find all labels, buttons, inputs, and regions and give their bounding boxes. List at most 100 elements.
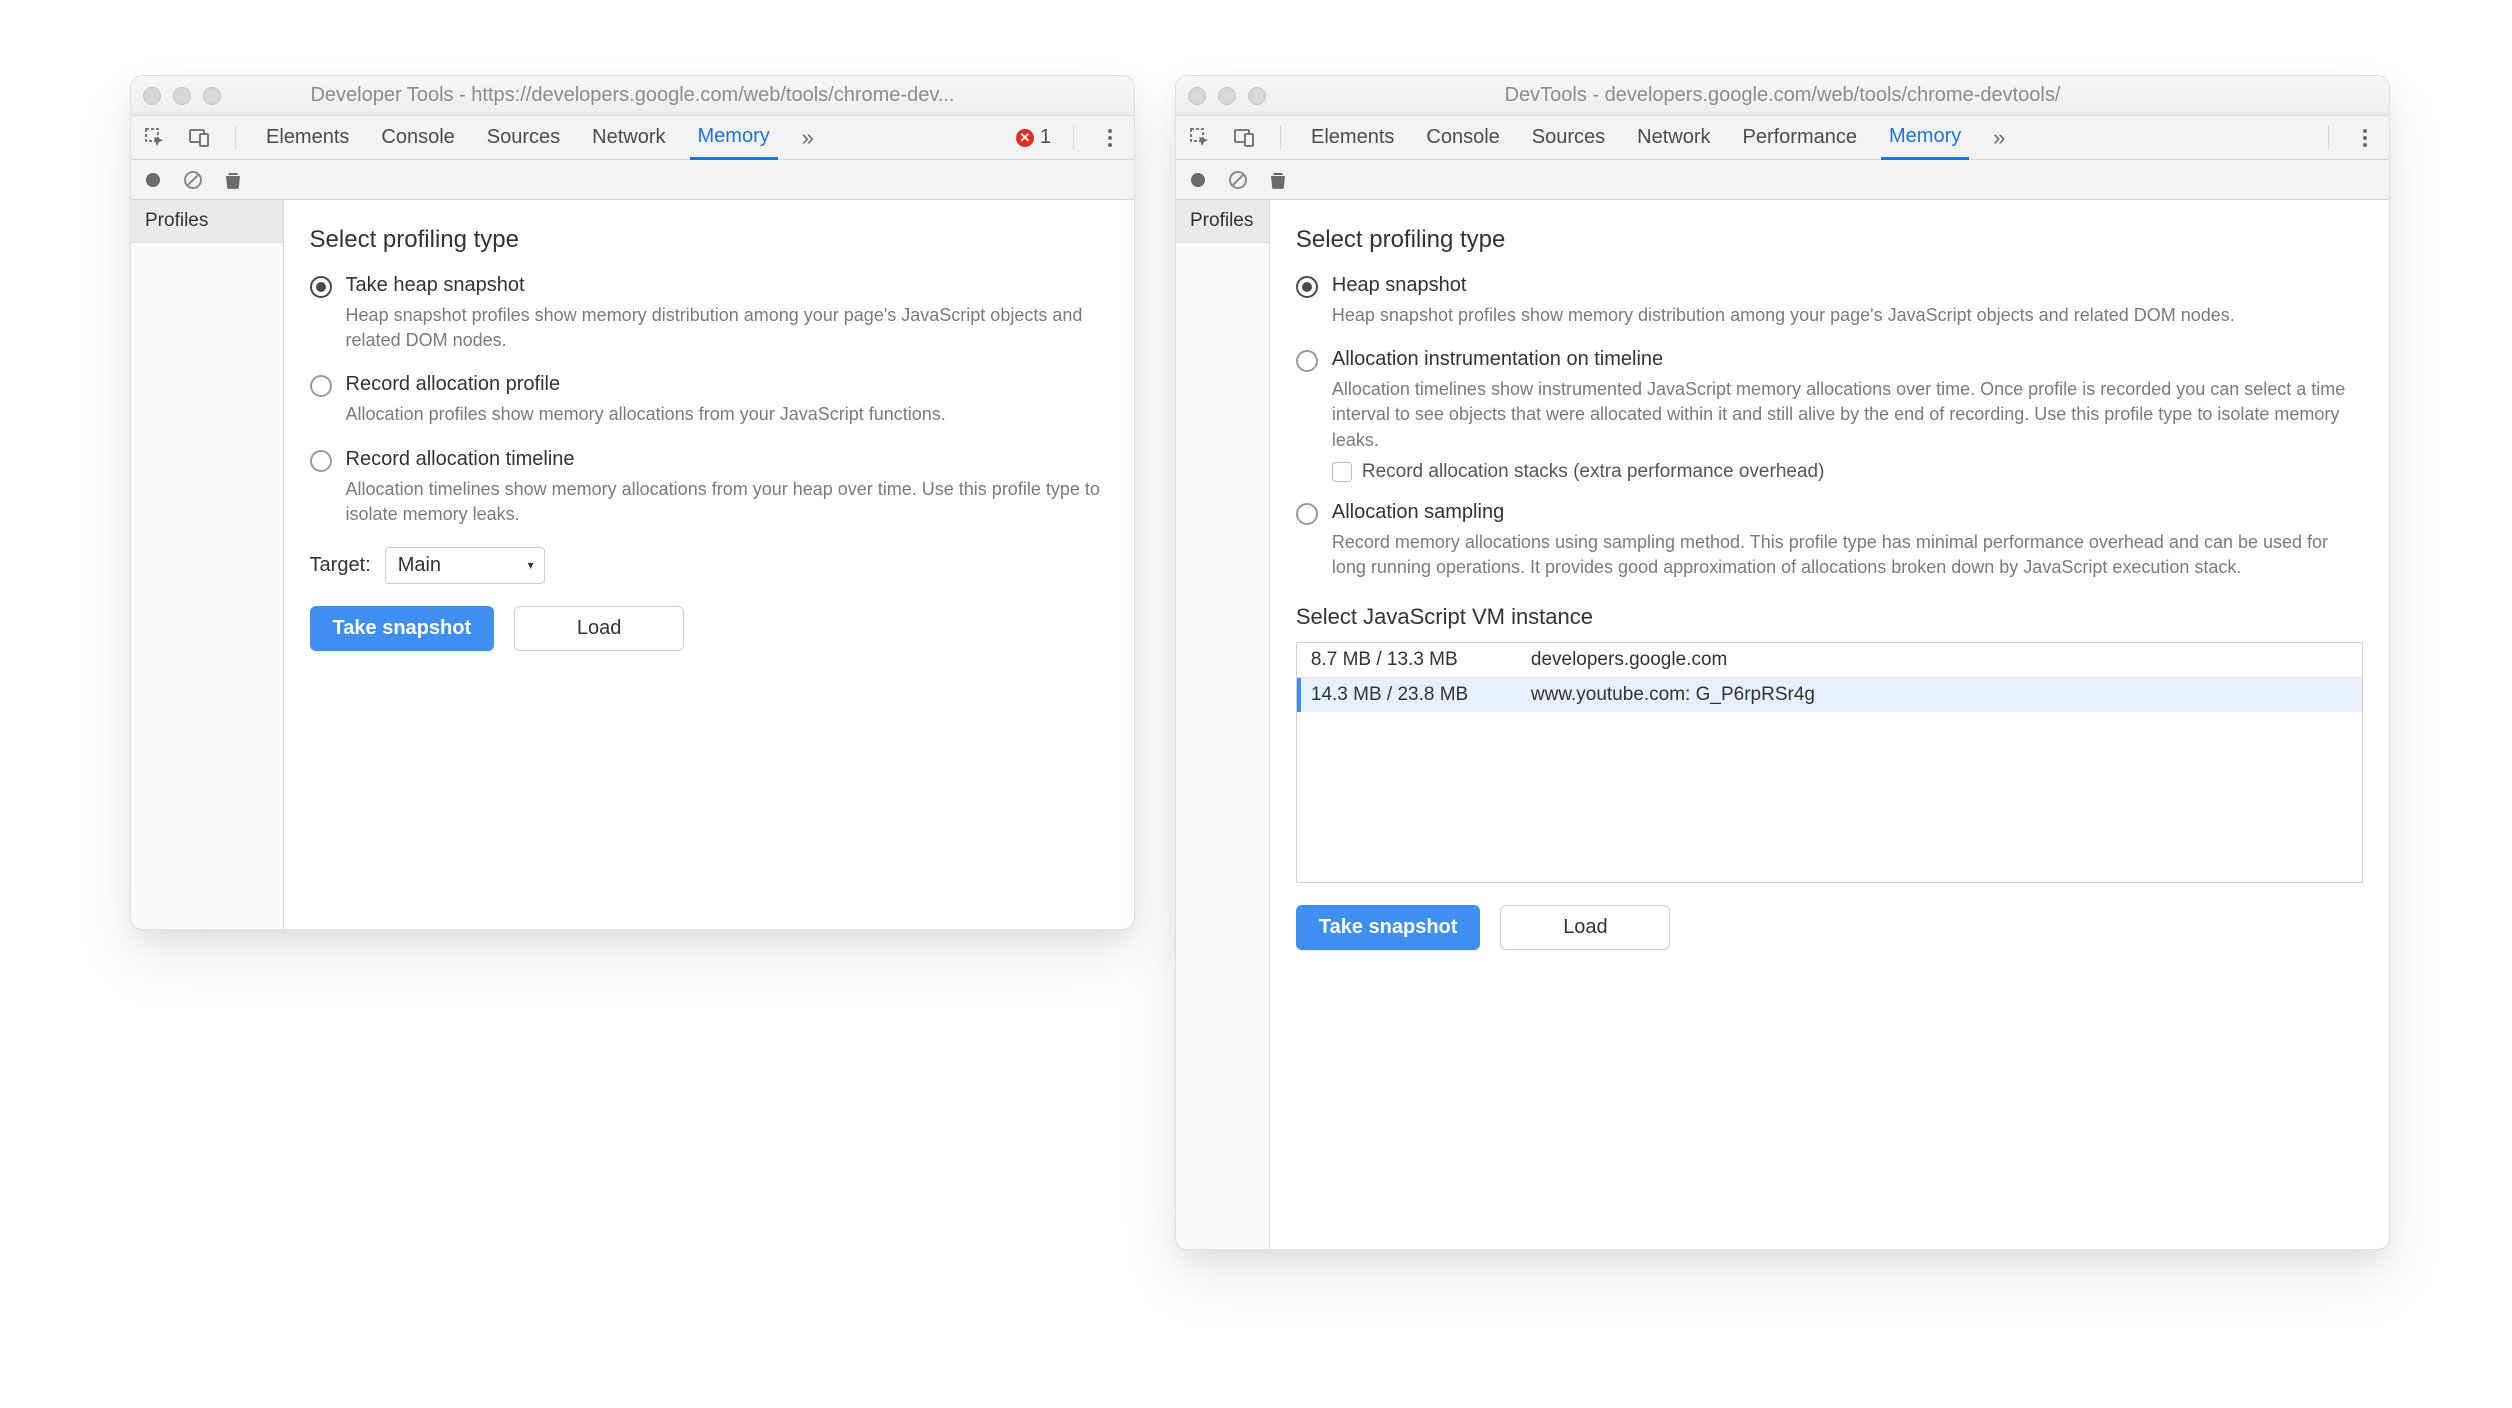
window-title: Developer Tools - https://developers.goo… [131, 84, 1134, 107]
tab-network[interactable]: Network [1629, 116, 1718, 160]
option-take-heap-snapshot[interactable]: Take heap snapshot Heap snapshot profile… [310, 274, 1108, 353]
tab-console[interactable]: Console [1418, 116, 1507, 160]
window-controls [143, 87, 221, 105]
profiles-toolbar [1176, 160, 2389, 200]
radio[interactable] [310, 276, 332, 298]
content: Profiles Select profiling type Take heap… [131, 200, 1134, 929]
error-count: 1 [1040, 126, 1051, 149]
radio[interactable] [310, 375, 332, 397]
option-title[interactable]: Allocation instrumentation on timeline [1332, 348, 2363, 371]
tab-performance[interactable]: Performance [1735, 116, 1866, 160]
delete-icon[interactable] [1268, 170, 1288, 190]
option-record-allocation-profile[interactable]: Record allocation profile Allocation pro… [310, 373, 1108, 427]
record-icon[interactable] [1188, 170, 1208, 190]
option-title[interactable]: Record allocation timeline [346, 448, 1108, 471]
more-tabs-icon[interactable]: » [1985, 124, 2013, 152]
take-snapshot-button[interactable]: Take snapshot [310, 606, 495, 651]
vm-name: developers.google.com [1531, 649, 2348, 671]
more-options-icon[interactable] [2351, 124, 2379, 152]
take-snapshot-button[interactable]: Take snapshot [1296, 905, 1481, 950]
zoom-dot[interactable] [1248, 87, 1266, 105]
option-title[interactable]: Heap snapshot [1332, 274, 2363, 297]
clear-icon[interactable] [183, 170, 203, 190]
main-panel: Select profiling type Take heap snapshot… [284, 200, 1134, 929]
option-description: Heap snapshot profiles show memory distr… [346, 303, 1108, 353]
tabbar-separator [2328, 126, 2329, 150]
inspect-element-icon[interactable] [1186, 124, 1214, 152]
inspect-element-icon[interactable] [141, 124, 169, 152]
vm-size: 14.3 MB / 23.8 MB [1311, 684, 1511, 706]
vm-name: www.youtube.com: G_P6rpRSr4g [1531, 684, 2348, 706]
profiles-sidebar: Profiles [1176, 200, 1270, 1249]
option-description: Record memory allocations using sampling… [1332, 530, 2363, 580]
close-dot[interactable] [143, 87, 161, 105]
option-title[interactable]: Record allocation profile [346, 373, 1108, 396]
more-tabs-icon[interactable]: » [794, 124, 822, 152]
tabbar: Elements Console Sources Network Memory … [131, 116, 1134, 160]
option-description: Allocation profiles show memory allocati… [346, 402, 1108, 427]
window-title: DevTools - developers.google.com/web/too… [1176, 84, 2389, 107]
option-title[interactable]: Take heap snapshot [346, 274, 1108, 297]
radio[interactable] [1296, 503, 1318, 525]
device-toolbar-icon[interactable] [1230, 124, 1258, 152]
option-allocation-timeline[interactable]: Allocation instrumentation on timeline A… [1296, 348, 2363, 453]
record-stacks-row[interactable]: Record allocation stacks (extra performa… [1332, 461, 2363, 483]
tab-elements[interactable]: Elements [1303, 116, 1402, 160]
minimize-dot[interactable] [173, 87, 191, 105]
profiles-sidebar: Profiles [131, 200, 284, 929]
option-record-allocation-timeline[interactable]: Record allocation timeline Allocation ti… [310, 448, 1108, 527]
target-row: Target: Main [310, 547, 1108, 584]
vm-instance-table: 8.7 MB / 13.3 MB developers.google.com 1… [1296, 642, 2363, 883]
option-allocation-sampling[interactable]: Allocation sampling Record memory alloca… [1296, 501, 2363, 580]
radio[interactable] [1296, 350, 1318, 372]
option-heap-snapshot[interactable]: Heap snapshot Heap snapshot profiles sho… [1296, 274, 2363, 328]
record-icon[interactable] [143, 170, 163, 190]
error-icon: ✕ [1016, 129, 1034, 147]
vm-row[interactable]: 14.3 MB / 23.8 MB www.youtube.com: G_P6r… [1297, 677, 2362, 712]
device-toolbar-icon[interactable] [185, 124, 213, 152]
sidebar-item-profiles[interactable]: Profiles [1176, 200, 1269, 243]
clear-icon[interactable] [1228, 170, 1248, 190]
profiling-heading: Select profiling type [310, 226, 1108, 254]
profiling-heading: Select profiling type [1296, 226, 2363, 254]
close-dot[interactable] [1188, 87, 1206, 105]
tabbar-separator [1073, 126, 1074, 150]
tab-sources[interactable]: Sources [479, 116, 568, 160]
load-button[interactable]: Load [514, 606, 684, 651]
tab-console[interactable]: Console [373, 116, 462, 160]
record-stacks-checkbox[interactable] [1332, 462, 1352, 482]
target-label: Target: [310, 554, 371, 577]
devtools-window-left[interactable]: Developer Tools - https://developers.goo… [130, 75, 1135, 930]
radio[interactable] [310, 450, 332, 472]
minimize-dot[interactable] [1218, 87, 1236, 105]
vm-row[interactable]: 8.7 MB / 13.3 MB developers.google.com [1297, 643, 2362, 677]
option-description: Allocation timelines show instrumented J… [1332, 377, 2363, 453]
tab-memory[interactable]: Memory [1881, 116, 1969, 160]
titlebar[interactable]: DevTools - developers.google.com/web/too… [1176, 76, 2389, 116]
more-options-icon[interactable] [1096, 124, 1124, 152]
main-panel: Select profiling type Heap snapshot Heap… [1270, 200, 2389, 1249]
option-description: Heap snapshot profiles show memory distr… [1332, 303, 2363, 328]
devtools-window-right[interactable]: DevTools - developers.google.com/web/too… [1175, 75, 2390, 1250]
vm-size: 8.7 MB / 13.3 MB [1311, 649, 1511, 671]
profiles-toolbar [131, 160, 1134, 200]
tabbar-separator [1280, 126, 1281, 150]
sidebar-item-profiles[interactable]: Profiles [131, 200, 283, 243]
target-select[interactable]: Main [385, 547, 545, 584]
option-title[interactable]: Allocation sampling [1332, 501, 2363, 524]
vm-table-filler [1297, 712, 2362, 882]
tab-elements[interactable]: Elements [258, 116, 357, 160]
tab-network[interactable]: Network [584, 116, 673, 160]
option-description: Allocation timelines show memory allocat… [346, 477, 1108, 527]
record-stacks-label[interactable]: Record allocation stacks (extra performa… [1362, 461, 1825, 483]
load-button[interactable]: Load [1500, 905, 1670, 950]
titlebar[interactable]: Developer Tools - https://developers.goo… [131, 76, 1134, 116]
window-controls [1188, 87, 1266, 105]
content: Profiles Select profiling type Heap snap… [1176, 200, 2389, 1249]
tab-memory[interactable]: Memory [690, 116, 778, 160]
zoom-dot[interactable] [203, 87, 221, 105]
console-errors-indicator[interactable]: ✕ 1 [1016, 126, 1051, 149]
radio[interactable] [1296, 276, 1318, 298]
tab-sources[interactable]: Sources [1524, 116, 1613, 160]
delete-icon[interactable] [223, 170, 243, 190]
